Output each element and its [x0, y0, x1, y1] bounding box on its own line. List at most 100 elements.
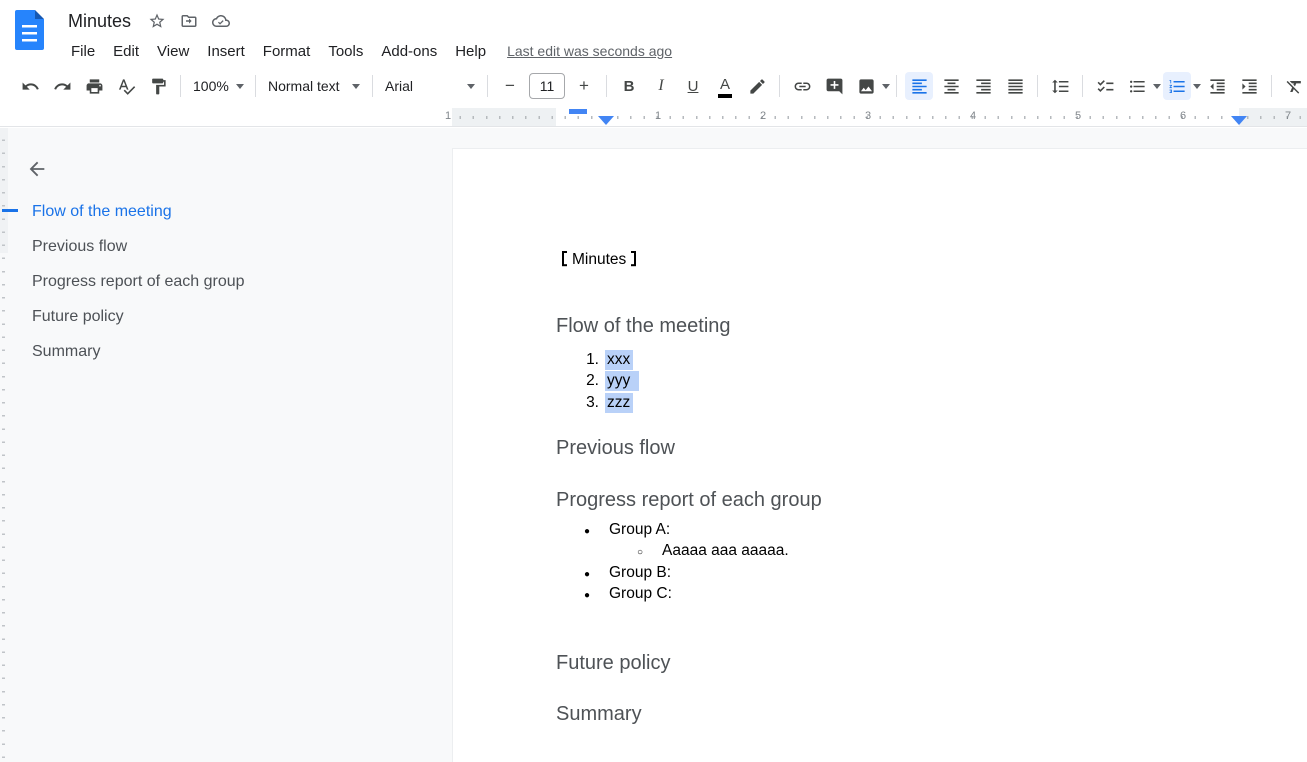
heading-summary[interactable]: Summary [556, 703, 642, 726]
outline-item-previous-flow[interactable]: Previous flow [32, 238, 127, 262]
ruler-label: 6 [1177, 110, 1189, 123]
left-indent-marker[interactable] [598, 116, 614, 125]
insert-image-button[interactable] [852, 72, 880, 100]
insert-image-dropdown-icon[interactable] [882, 84, 890, 89]
last-edit-status[interactable]: Last edit was seconds ago [507, 43, 672, 59]
italic-button[interactable]: I [647, 72, 675, 100]
menu-help[interactable]: Help [446, 41, 495, 62]
docs-logo-lines [22, 25, 37, 42]
menu-view[interactable]: View [148, 41, 198, 62]
bullet-text[interactable]: Group C: [609, 585, 672, 603]
numbered-list-button[interactable] [1163, 72, 1191, 100]
list-item[interactable]: ● Group A: [453, 521, 1307, 542]
numbered-list-dropdown-icon[interactable] [1193, 84, 1201, 89]
zoom-value: 100% [193, 78, 229, 94]
paragraph-bracket-title[interactable]: Minutes [562, 249, 636, 270]
increase-font-size-button[interactable]: + [570, 72, 598, 100]
list-item[interactable]: 3. zzz [453, 394, 1307, 415]
list-number: 3. [579, 394, 599, 412]
document-outline-panel: Flow of the meeting Previous flow Progre… [0, 128, 450, 762]
star-icon[interactable] [147, 11, 167, 31]
bulleted-list-dropdown-icon[interactable] [1153, 84, 1161, 89]
checklist-button[interactable] [1091, 72, 1119, 100]
text-color-button[interactable]: A [711, 72, 739, 100]
toolbar: 100% Normal text Arial − 11 + B I U A [0, 64, 1307, 108]
bullet-text[interactable]: Group B: [609, 564, 671, 582]
underline-button[interactable]: U [679, 72, 707, 100]
toolbar-separator [606, 75, 607, 97]
spelling-check-button[interactable] [112, 72, 140, 100]
align-left-button[interactable] [905, 72, 933, 100]
toolbar-separator [180, 75, 181, 97]
ruler-label: 3 [862, 110, 874, 123]
toolbar-separator [896, 75, 897, 97]
heading-progress-report[interactable]: Progress report of each group [556, 489, 822, 512]
list-item[interactable]: ● Group C: [453, 585, 1307, 606]
ruler-label: 2 [757, 110, 769, 123]
docs-logo-icon[interactable] [15, 10, 44, 50]
decrease-font-size-button[interactable]: − [496, 72, 524, 100]
ruler-label: 5 [1072, 110, 1084, 123]
menu-tools[interactable]: Tools [319, 41, 372, 62]
toolbar-separator [372, 75, 373, 97]
list-number: 2. [579, 372, 599, 390]
highlight-color-button[interactable] [743, 72, 771, 100]
right-indent-marker[interactable] [1231, 116, 1247, 125]
lenticular-bracket-open [562, 251, 569, 266]
heading-future-policy[interactable]: Future policy [556, 652, 671, 675]
editor-area: Flow of the meeting Previous flow Progre… [0, 128, 1307, 762]
print-button[interactable] [80, 72, 108, 100]
ruler-label: 1 [442, 110, 454, 123]
list-item[interactable]: ● Group B: [453, 564, 1307, 585]
bullet-text[interactable]: Aaaaa aaa aaaaa. [662, 542, 789, 560]
app-header: Minutes File Edit View Insert Format Too… [0, 0, 1307, 62]
align-right-button[interactable] [969, 72, 997, 100]
heading-flow-of-the-meeting[interactable]: Flow of the meeting [556, 315, 731, 338]
clear-formatting-button[interactable] [1280, 72, 1307, 100]
paragraph-style-select[interactable]: Normal text [262, 72, 366, 100]
menu-edit[interactable]: Edit [104, 41, 148, 62]
list-item[interactable]: 1. xxx [453, 351, 1307, 372]
first-line-indent-marker[interactable] [569, 109, 587, 114]
selected-text[interactable]: zzz [605, 393, 633, 413]
bullet-circle: ○ [637, 547, 643, 558]
insert-link-button[interactable] [788, 72, 816, 100]
paint-format-button[interactable] [144, 72, 172, 100]
align-center-button[interactable] [937, 72, 965, 100]
redo-button[interactable] [48, 72, 76, 100]
outline-item-future-policy[interactable]: Future policy [32, 308, 124, 332]
list-item[interactable]: ○ Aaaaa aaa aaaaa. [453, 542, 1307, 563]
menu-format[interactable]: Format [254, 41, 320, 62]
document-status-cloud-icon[interactable] [211, 11, 231, 31]
decrease-indent-button[interactable] [1203, 72, 1231, 100]
google-docs-window: Minutes File Edit View Insert Format Too… [0, 0, 1307, 762]
document-page[interactable]: Minutes Flow of the meeting 1. xxx 2. yy… [452, 148, 1307, 762]
outline-item-progress-report[interactable]: Progress report of each group [32, 273, 245, 297]
bold-button[interactable]: B [615, 72, 643, 100]
bullet-text[interactable]: Group A: [609, 521, 670, 539]
align-justify-button[interactable] [1001, 72, 1029, 100]
menu-file[interactable]: File [62, 41, 104, 62]
outline-item-summary[interactable]: Summary [32, 343, 100, 367]
list-item[interactable]: 2. yyy [453, 372, 1307, 393]
undo-button[interactable] [16, 72, 44, 100]
menu-insert[interactable]: Insert [198, 41, 254, 62]
zoom-select[interactable]: 100% [187, 72, 249, 100]
font-size-input[interactable]: 11 [529, 73, 565, 99]
add-comment-button[interactable] [820, 72, 848, 100]
outline-item-flow-of-the-meeting[interactable]: Flow of the meeting [32, 203, 172, 227]
menu-addons[interactable]: Add-ons [372, 41, 446, 62]
move-to-folder-icon[interactable] [179, 11, 199, 31]
lenticular-bracket-close [629, 251, 636, 266]
selected-text[interactable]: yyy [605, 371, 639, 391]
close-outline-back-icon[interactable] [24, 156, 50, 182]
selected-text[interactable]: xxx [605, 350, 633, 370]
paragraph-style-value: Normal text [268, 78, 345, 94]
heading-previous-flow[interactable]: Previous flow [556, 437, 675, 460]
bulleted-list-button[interactable] [1123, 72, 1151, 100]
bullet-dot: ● [584, 526, 590, 537]
line-spacing-button[interactable] [1046, 72, 1074, 100]
increase-indent-button[interactable] [1235, 72, 1263, 100]
font-family-select[interactable]: Arial [379, 72, 481, 100]
document-title[interactable]: Minutes [68, 11, 131, 32]
